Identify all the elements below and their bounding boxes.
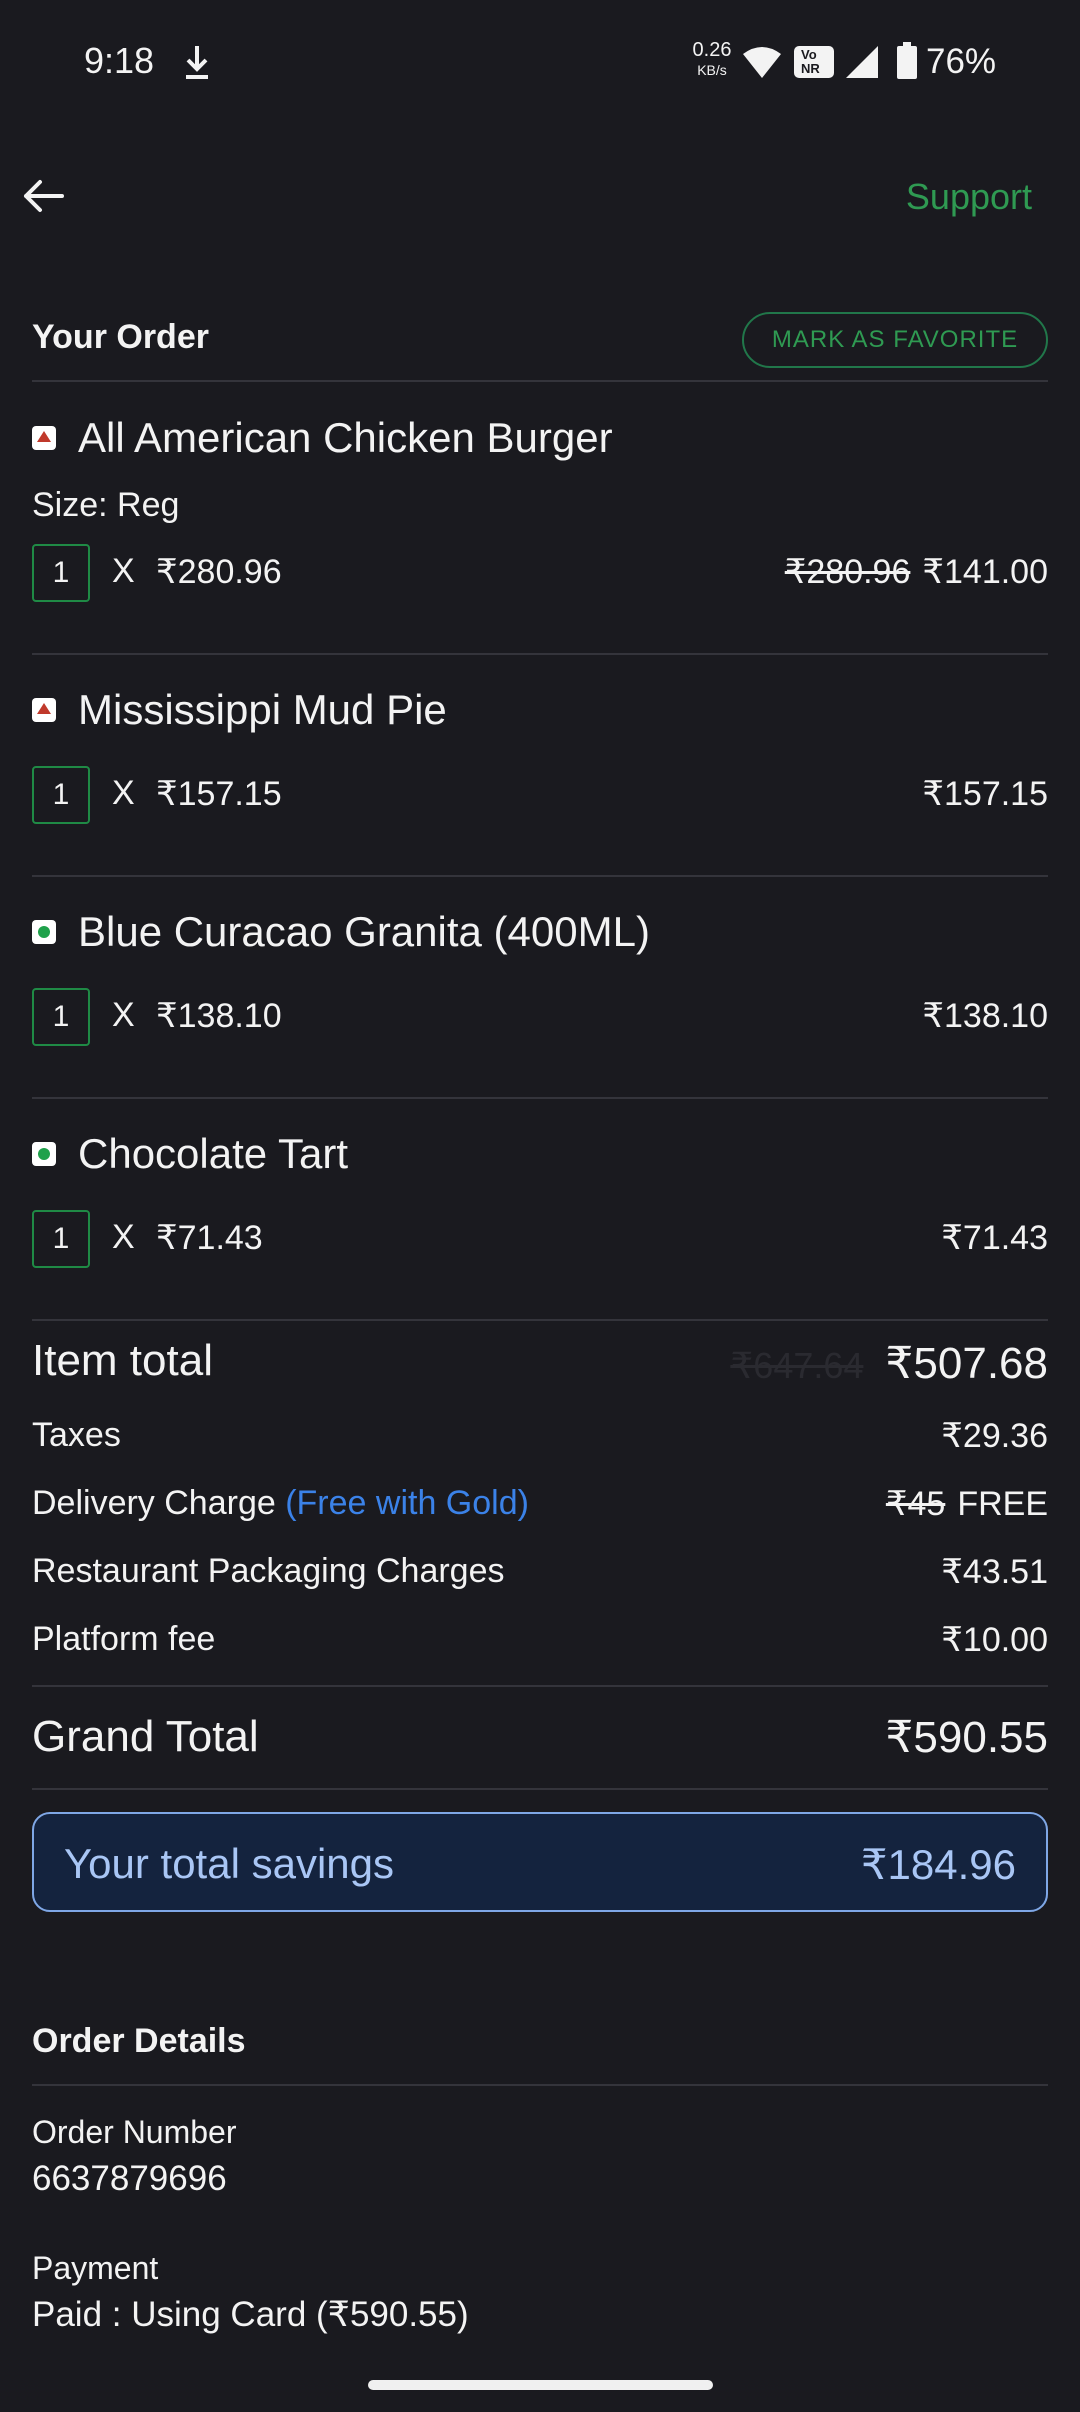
times-sign: X	[112, 552, 135, 590]
item-price: ₹157.15	[922, 775, 1048, 813]
delivery-row: Delivery Charge (Free with Gold) ₹45 FREE	[32, 1484, 1048, 1528]
divider	[32, 1788, 1048, 1790]
volte-top: Vo	[801, 47, 817, 62]
veg-icon	[32, 1142, 56, 1166]
battery-icon	[897, 42, 917, 79]
order-number-value: 6637879696	[32, 2159, 227, 2198]
grand-total-row: Grand Total ₹590.55	[32, 1712, 1048, 1768]
delivery-label: Delivery Charge (Free with Gold)	[32, 1484, 529, 1523]
platform-fee-row: Platform fee ₹10.00	[32, 1620, 1048, 1664]
unit-price: ₹71.43	[156, 1219, 263, 1257]
divider	[32, 380, 1048, 382]
unit-price: ₹280.96	[156, 553, 282, 591]
network-speed-value: 0.26	[692, 39, 732, 61]
divider	[32, 1685, 1048, 1687]
download-icon	[186, 46, 208, 79]
times-sign: X	[112, 996, 135, 1034]
item-price: ₹71.43	[941, 1219, 1048, 1257]
packaging-value: ₹43.51	[941, 1553, 1048, 1591]
network-speed-unit: KB/s	[697, 62, 727, 78]
item-total-label: Item total	[32, 1336, 213, 1385]
non-veg-icon	[32, 426, 56, 450]
order-details-title: Order Details	[32, 2022, 246, 2060]
non-veg-icon	[32, 698, 56, 722]
divider	[32, 875, 1048, 877]
support-link[interactable]: Support	[906, 176, 1032, 218]
item-price: ₹138.10	[922, 997, 1048, 1035]
packaging-label: Restaurant Packaging Charges	[32, 1552, 505, 1590]
order-item: Blue Curacao Granita (400ML) 1 X ₹138.10…	[32, 908, 1048, 1062]
packaging-row: Restaurant Packaging Charges ₹43.51	[32, 1552, 1048, 1596]
item-total-value: ₹647.64 ₹507.68	[730, 1338, 1048, 1389]
grand-total-value: ₹590.55	[885, 1713, 1048, 1762]
volte-bottom: NR	[801, 61, 820, 76]
platform-fee-label: Platform fee	[32, 1620, 216, 1658]
wifi-icon	[743, 47, 781, 78]
taxes-label: Taxes	[32, 1416, 121, 1454]
total-savings-banner: Your total savings ₹184.96	[32, 1812, 1048, 1912]
free-with-gold-link[interactable]: (Free with Gold)	[285, 1484, 529, 1522]
delivery-free: FREE	[957, 1485, 1048, 1523]
unit-price: ₹138.10	[156, 997, 282, 1035]
taxes-row: Taxes ₹29.36	[32, 1416, 1048, 1460]
item-total-final: ₹507.68	[885, 1339, 1048, 1388]
order-number-label: Order Number	[32, 2114, 237, 2150]
delivery-value: ₹45 FREE	[886, 1484, 1048, 1524]
status-time: 9:18	[84, 40, 155, 81]
divider	[32, 2084, 1048, 2086]
mark-as-favorite-button[interactable]: MARK AS FAVORITE	[742, 312, 1048, 368]
order-item: All American Chicken Burger Size: Reg 1 …	[32, 414, 1048, 618]
battery-percent: 76%	[926, 42, 997, 81]
times-sign: X	[112, 774, 135, 812]
savings-label: Your total savings	[64, 1840, 394, 1887]
delivery-original: ₹45	[885, 1485, 946, 1523]
order-item: Chocolate Tart 1 X ₹71.43 ₹71.43	[32, 1130, 1048, 1284]
item-name: Chocolate Tart	[78, 1130, 349, 1177]
item-price: ₹280.96 ₹141.00	[785, 552, 1048, 592]
taxes-value: ₹29.36	[941, 1417, 1048, 1455]
home-indicator[interactable]	[368, 2380, 713, 2390]
payment-value: Paid : Using Card (₹590.55)	[32, 2295, 469, 2334]
item-name: Blue Curacao Granita (400ML)	[78, 908, 650, 955]
item-original-price: ₹280.96	[784, 553, 911, 591]
item-name: All American Chicken Burger	[78, 414, 613, 461]
payment-label: Payment	[32, 2250, 159, 2286]
your-order-title: Your Order	[32, 318, 209, 356]
divider	[32, 653, 1048, 655]
quantity-box: 1	[32, 1210, 90, 1268]
savings-value: ₹184.96	[860, 1841, 1016, 1888]
volte-icon: Vo NR	[794, 46, 834, 78]
divider	[32, 1319, 1048, 1321]
quantity-box: 1	[32, 988, 90, 1046]
item-final-price: ₹141.00	[922, 553, 1048, 591]
network-speed: 0.26 KB/s	[688, 40, 736, 77]
veg-icon	[32, 920, 56, 944]
item-size: Size: Reg	[32, 486, 180, 524]
item-name: Mississippi Mud Pie	[78, 686, 447, 733]
item-total-row: Item total ₹647.64 ₹507.68	[32, 1336, 1048, 1392]
quantity-box: 1	[32, 544, 90, 602]
divider	[32, 1097, 1048, 1099]
times-sign: X	[112, 1218, 135, 1256]
delivery-label-text: Delivery Charge	[32, 1484, 276, 1522]
grand-total-label: Grand Total	[32, 1712, 259, 1761]
status-bar: 9:18 0.26 KB/s Vo NR 76%	[0, 0, 1080, 126]
quantity-box: 1	[32, 766, 90, 824]
item-total-original: ₹647.64	[730, 1345, 864, 1386]
unit-price: ₹157.15	[156, 775, 282, 813]
order-item: Mississippi Mud Pie 1 X ₹157.15 ₹157.15	[32, 686, 1048, 840]
back-arrow-icon[interactable]	[20, 172, 68, 220]
signal-icon	[846, 46, 878, 78]
platform-fee-value: ₹10.00	[941, 1621, 1048, 1659]
